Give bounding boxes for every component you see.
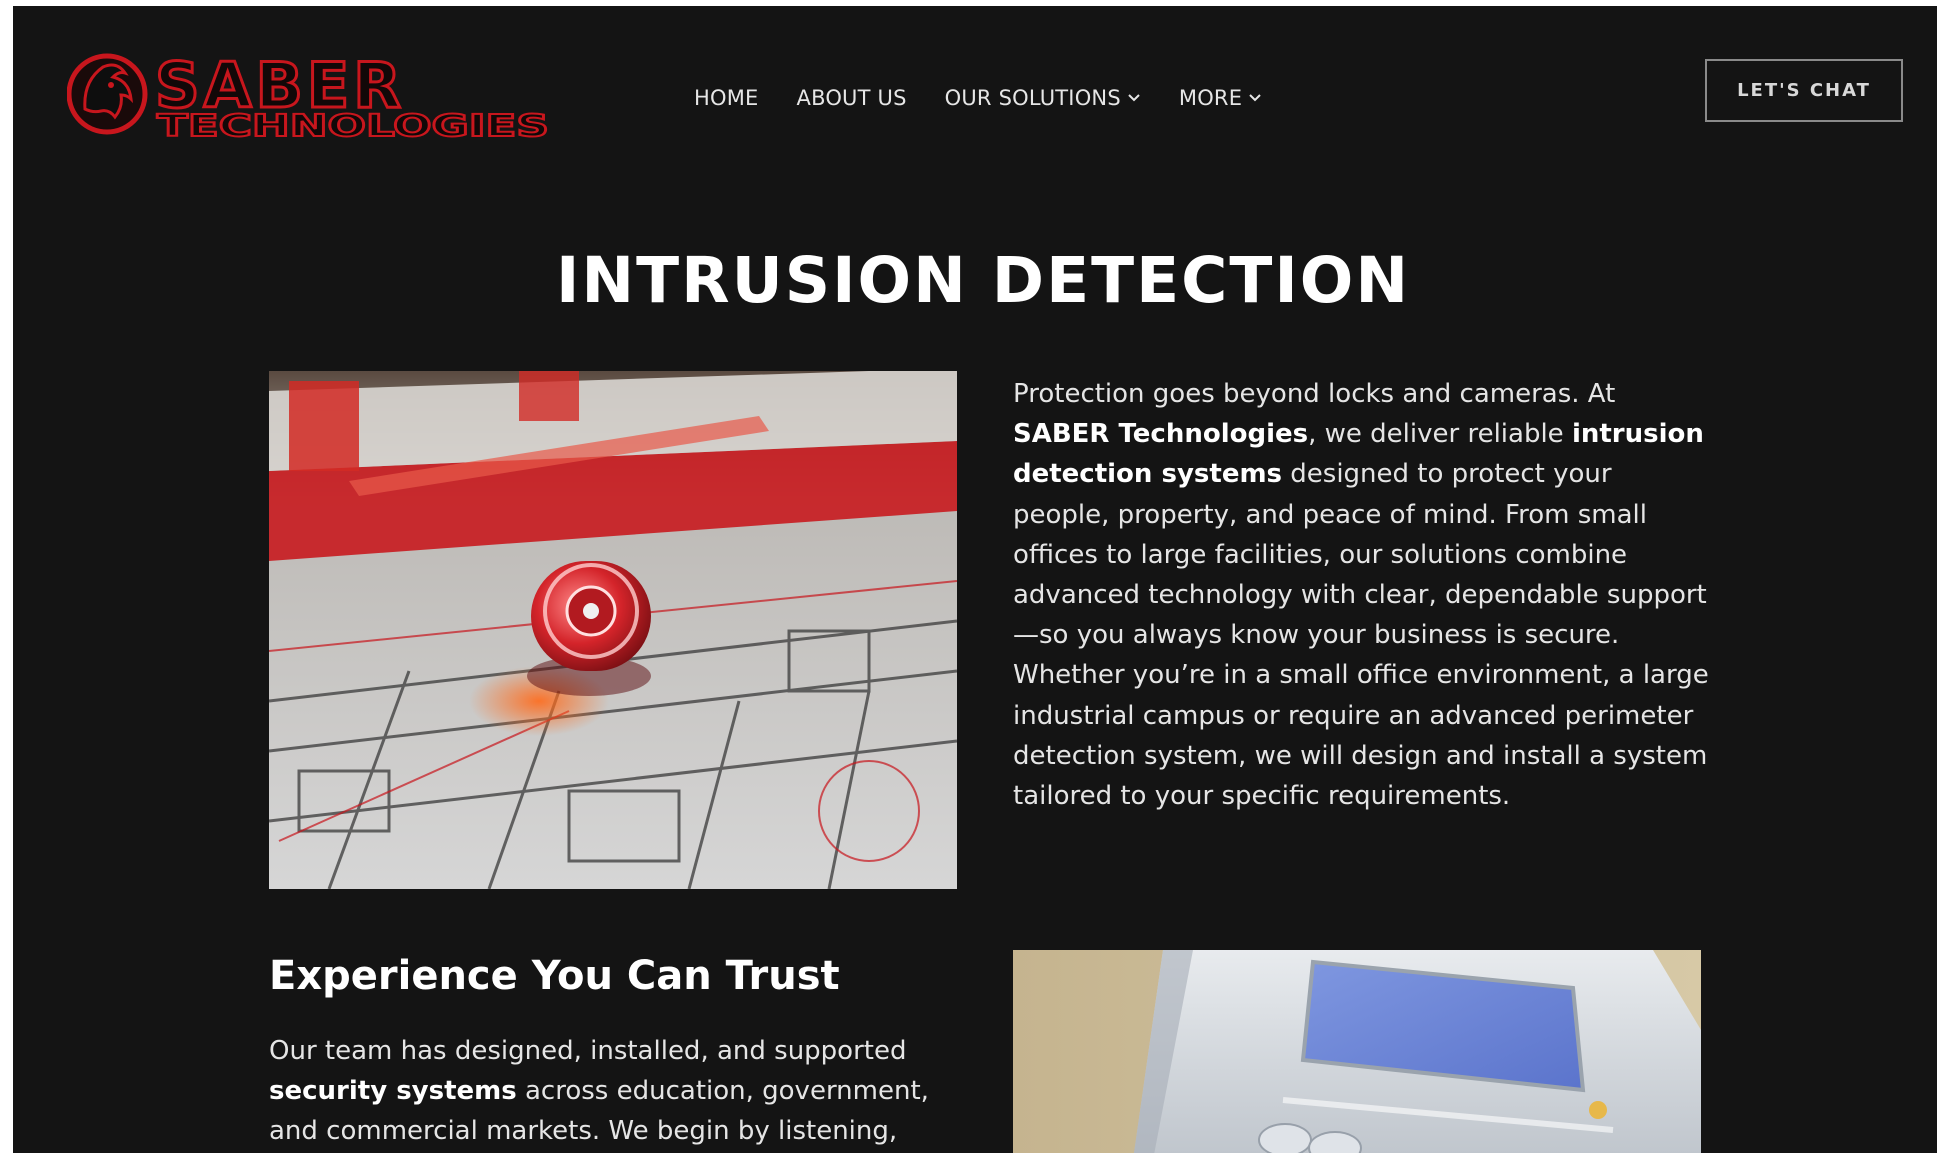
intro-paragraph-1: Protection goes beyond locks and cameras… (1013, 374, 1713, 655)
panther-head-icon (66, 53, 148, 135)
chevron-down-icon (1249, 94, 1261, 102)
intro-bold-company: SABER Technologies (1013, 419, 1309, 450)
logo-wordmark-technologies: TECHNOLOGIES (157, 109, 549, 141)
section-bold-term: security systems (269, 1076, 517, 1107)
section-text-part: Our team has designed, installed, and su… (269, 1036, 907, 1066)
lets-chat-label: LET'S CHAT (1737, 80, 1871, 101)
nav-about-us[interactable]: ABOUT US (797, 86, 907, 110)
section-paragraph: Our team has designed, installed, and su… (269, 1031, 969, 1152)
nav-more-label: MORE (1178, 86, 1243, 110)
intro-paragraph-2: Whether you’re in a small office environ… (1013, 660, 1709, 812)
site-logo[interactable]: SABER TECHNOLOGIES (66, 48, 579, 145)
intro-text-part: , we deliver reliable (1308, 419, 1572, 450)
nav-our-solutions[interactable]: OUR SOLUTIONS (945, 86, 1141, 110)
intro-text: Protection goes beyond locks and cameras… (1013, 374, 1713, 816)
intro-text-part: Protection goes beyond locks and cameras… (1013, 379, 1616, 409)
nav-home-label: HOME (694, 86, 759, 110)
nav-more[interactable]: MORE (1179, 86, 1262, 110)
nav-about-us-label: ABOUT US (796, 86, 907, 110)
blueprint-sensor-image (269, 371, 957, 889)
main-nav: HOME ABOUT US OUR SOLUTIONS MORE (694, 86, 1300, 110)
lets-chat-button[interactable]: LET'S CHAT (1705, 59, 1903, 122)
chevron-down-icon (1128, 94, 1140, 102)
page: SABER TECHNOLOGIES HOME ABOUT US OUR SOL… (13, 6, 1937, 1153)
page-title: INTRUSION DETECTION (555, 244, 1411, 317)
nav-home[interactable]: HOME (694, 86, 759, 110)
alarm-keypad-image (1013, 950, 1701, 1153)
section-heading: Experience You Can Trust (269, 953, 840, 999)
saber-logo-graphic: SABER TECHNOLOGIES (66, 48, 550, 145)
nav-our-solutions-label: OUR SOLUTIONS (944, 86, 1121, 110)
